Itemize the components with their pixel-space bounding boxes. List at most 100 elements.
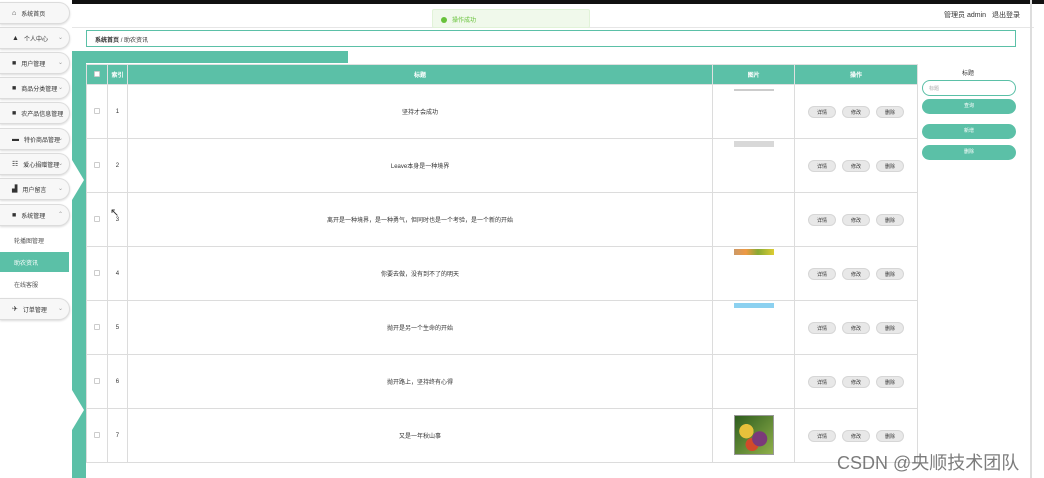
sidebar-item-label: 商品分类管理 (21, 86, 58, 93)
table-row: 2 Leave本身是一种境界 详情 修改 删除 (86, 138, 918, 193)
sidebar-item-category[interactable]: ■ 商品分类管理 ⌄ (0, 77, 70, 99)
window-edge (1030, 0, 1032, 478)
row-actions: 详情 修改 删除 (794, 192, 918, 247)
chevron-down-icon: ⌄ (57, 186, 63, 192)
breadcrumb-current: 助农资讯 (124, 38, 149, 44)
row-title: Leave本身是一种境界 (126, 138, 714, 193)
sidebar-item-label: 用户管理 (21, 61, 46, 68)
watermark: CSDN @央顺技术团队 (837, 453, 1020, 473)
edit-button[interactable]: 修改 (842, 375, 871, 388)
select-all-header[interactable] (86, 64, 108, 85)
row-actions: 详情 修改 删除 (794, 138, 918, 193)
row-checkbox[interactable] (93, 377, 100, 384)
sidebar-item-messages[interactable]: ▟ 用户留言 ⌄ (0, 178, 70, 200)
query-button[interactable]: 查询 (922, 99, 1016, 114)
row-checkbox[interactable] (93, 107, 100, 114)
edit-button[interactable]: 修改 (842, 213, 871, 226)
delete-button[interactable]: 删除 (876, 159, 905, 172)
chat-icon: ▟ (12, 186, 18, 193)
row-title: 离开是一种境界，是一种勇气，但同时也是一个考验，是一个新的开始 (126, 192, 714, 247)
sidebar-subitem-support[interactable]: 在线客服 (0, 274, 69, 294)
row-image (733, 303, 774, 308)
row-checkbox[interactable] (93, 215, 100, 222)
sidebar-item-home[interactable]: ⌂ 系统首页 (0, 2, 70, 24)
row-index: 7 (106, 408, 128, 463)
detail-button[interactable]: 详情 (808, 321, 837, 334)
success-icon (441, 17, 447, 23)
breadcrumb-separator: / (120, 38, 123, 44)
search-label: 标题 (962, 71, 975, 77)
table-row: 3 离开是一种境界，是一种勇气，但同时也是一个考验，是一个新的开始 详情 修改 删除 (86, 192, 918, 247)
sidebar-item-users[interactable]: ■ 用户管理 ⌄ (0, 52, 70, 74)
row-index: 5 (106, 300, 128, 355)
row-actions: 详情 修改 删除 (794, 84, 918, 139)
row-select-cell (86, 84, 108, 139)
sidebar-item-specials[interactable]: ▬ 特价商品管理 ⌄ (0, 128, 70, 150)
sidebar-item-products[interactable]: ■ 农产品信息管理 (0, 102, 70, 124)
row-checkbox[interactable] (93, 431, 100, 438)
decorative-band (72, 51, 348, 63)
breadcrumb-home[interactable]: 系统首页 (95, 38, 119, 44)
row-index: 2 (106, 138, 128, 193)
row-select-cell (86, 138, 108, 193)
detail-button[interactable]: 详情 (808, 375, 837, 388)
delete-button[interactable]: 删除 (876, 213, 905, 226)
detail-button[interactable]: 详情 (808, 213, 837, 226)
cog-icon: ■ (12, 211, 17, 219)
column-header-actions: 操作 (794, 64, 918, 85)
row-checkbox[interactable] (93, 161, 100, 168)
row-select-cell (86, 246, 108, 301)
tag-icon: ■ (12, 84, 17, 92)
row-image (733, 141, 774, 147)
row-checkbox[interactable] (93, 323, 100, 330)
edit-button[interactable]: 修改 (842, 321, 871, 334)
sidebar-item-label: 订单管理 (22, 307, 47, 314)
table-row: 6 抛开路上，坚持终有心得 详情 修改 删除 (86, 354, 918, 409)
delete-button[interactable]: 删除 (876, 429, 905, 442)
box-icon: ■ (12, 109, 17, 117)
table-row: 5 抛开是另一个生命的开始 详情 修改 删除 (86, 300, 918, 355)
chevron-down-icon: ⌄ (57, 136, 63, 142)
column-header-image: 图片 (712, 64, 796, 85)
delete-button[interactable]: 删除 (876, 375, 905, 388)
sidebar-subitem-carousel[interactable]: 轮播图管理 (0, 230, 69, 250)
search-input[interactable]: 标题 (922, 80, 1016, 96)
edit-button[interactable]: 修改 (842, 429, 871, 442)
row-checkbox[interactable] (93, 269, 100, 276)
row-image-cell (712, 354, 796, 409)
edit-button[interactable]: 修改 (842, 105, 871, 118)
sidebar-item-system[interactable]: ■ 系统管理 ⌃ (0, 204, 70, 226)
users-icon: ■ (12, 59, 17, 67)
detail-button[interactable]: 详情 (808, 159, 837, 172)
sidebar-item-label: 农产品信息管理 (21, 111, 64, 118)
delete-button[interactable]: 删除 (876, 105, 905, 118)
edit-button[interactable]: 修改 (842, 159, 871, 172)
row-image-cell (712, 300, 796, 355)
detail-button[interactable]: 详情 (808, 105, 837, 118)
row-image (733, 414, 774, 455)
decorative-notch (72, 390, 84, 430)
chevron-down-icon: ⌄ (57, 161, 63, 167)
row-index: 1 (106, 84, 128, 139)
delete-button[interactable]: 删除 (876, 267, 905, 280)
sidebar-item-profile[interactable]: ▲ 个人中心 ⌄ (0, 27, 70, 49)
row-index: 4 (106, 246, 128, 301)
delete-button[interactable]: 删除 (876, 321, 905, 334)
select-all-checkbox[interactable] (93, 70, 100, 77)
sidebar-item-label: 个人中心 (23, 36, 48, 43)
toast-text: 操作成功 (452, 18, 477, 24)
detail-button[interactable]: 详情 (808, 267, 837, 280)
column-header-index: 索引 (106, 64, 128, 85)
batch-delete-button[interactable]: 删除 (922, 145, 1016, 160)
sidebar: ⌂ 系统首页 ▲ 个人中心 ⌄ ■ 用户管理 ⌄ ■ 商品分类管理 ⌄ ■ 农产品信息管理 ▬ 特… (0, 0, 72, 478)
row-index: 6 (106, 354, 128, 409)
row-image-cell (712, 84, 796, 139)
logout-link[interactable]: 退出登录 (992, 12, 1020, 19)
edit-button[interactable]: 修改 (842, 267, 871, 280)
detail-button[interactable]: 详情 (808, 429, 837, 442)
add-button[interactable]: 新增 (922, 124, 1016, 139)
row-actions: 详情 修改 删除 (794, 246, 918, 301)
sidebar-item-orders[interactable]: ✈ 订单管理 ⌄ (0, 298, 70, 320)
sidebar-subitem-news[interactable]: 助农资讯 (0, 252, 69, 272)
sidebar-item-donation[interactable]: ☷ 爱心捐赠管理 ⌄ (0, 153, 70, 175)
